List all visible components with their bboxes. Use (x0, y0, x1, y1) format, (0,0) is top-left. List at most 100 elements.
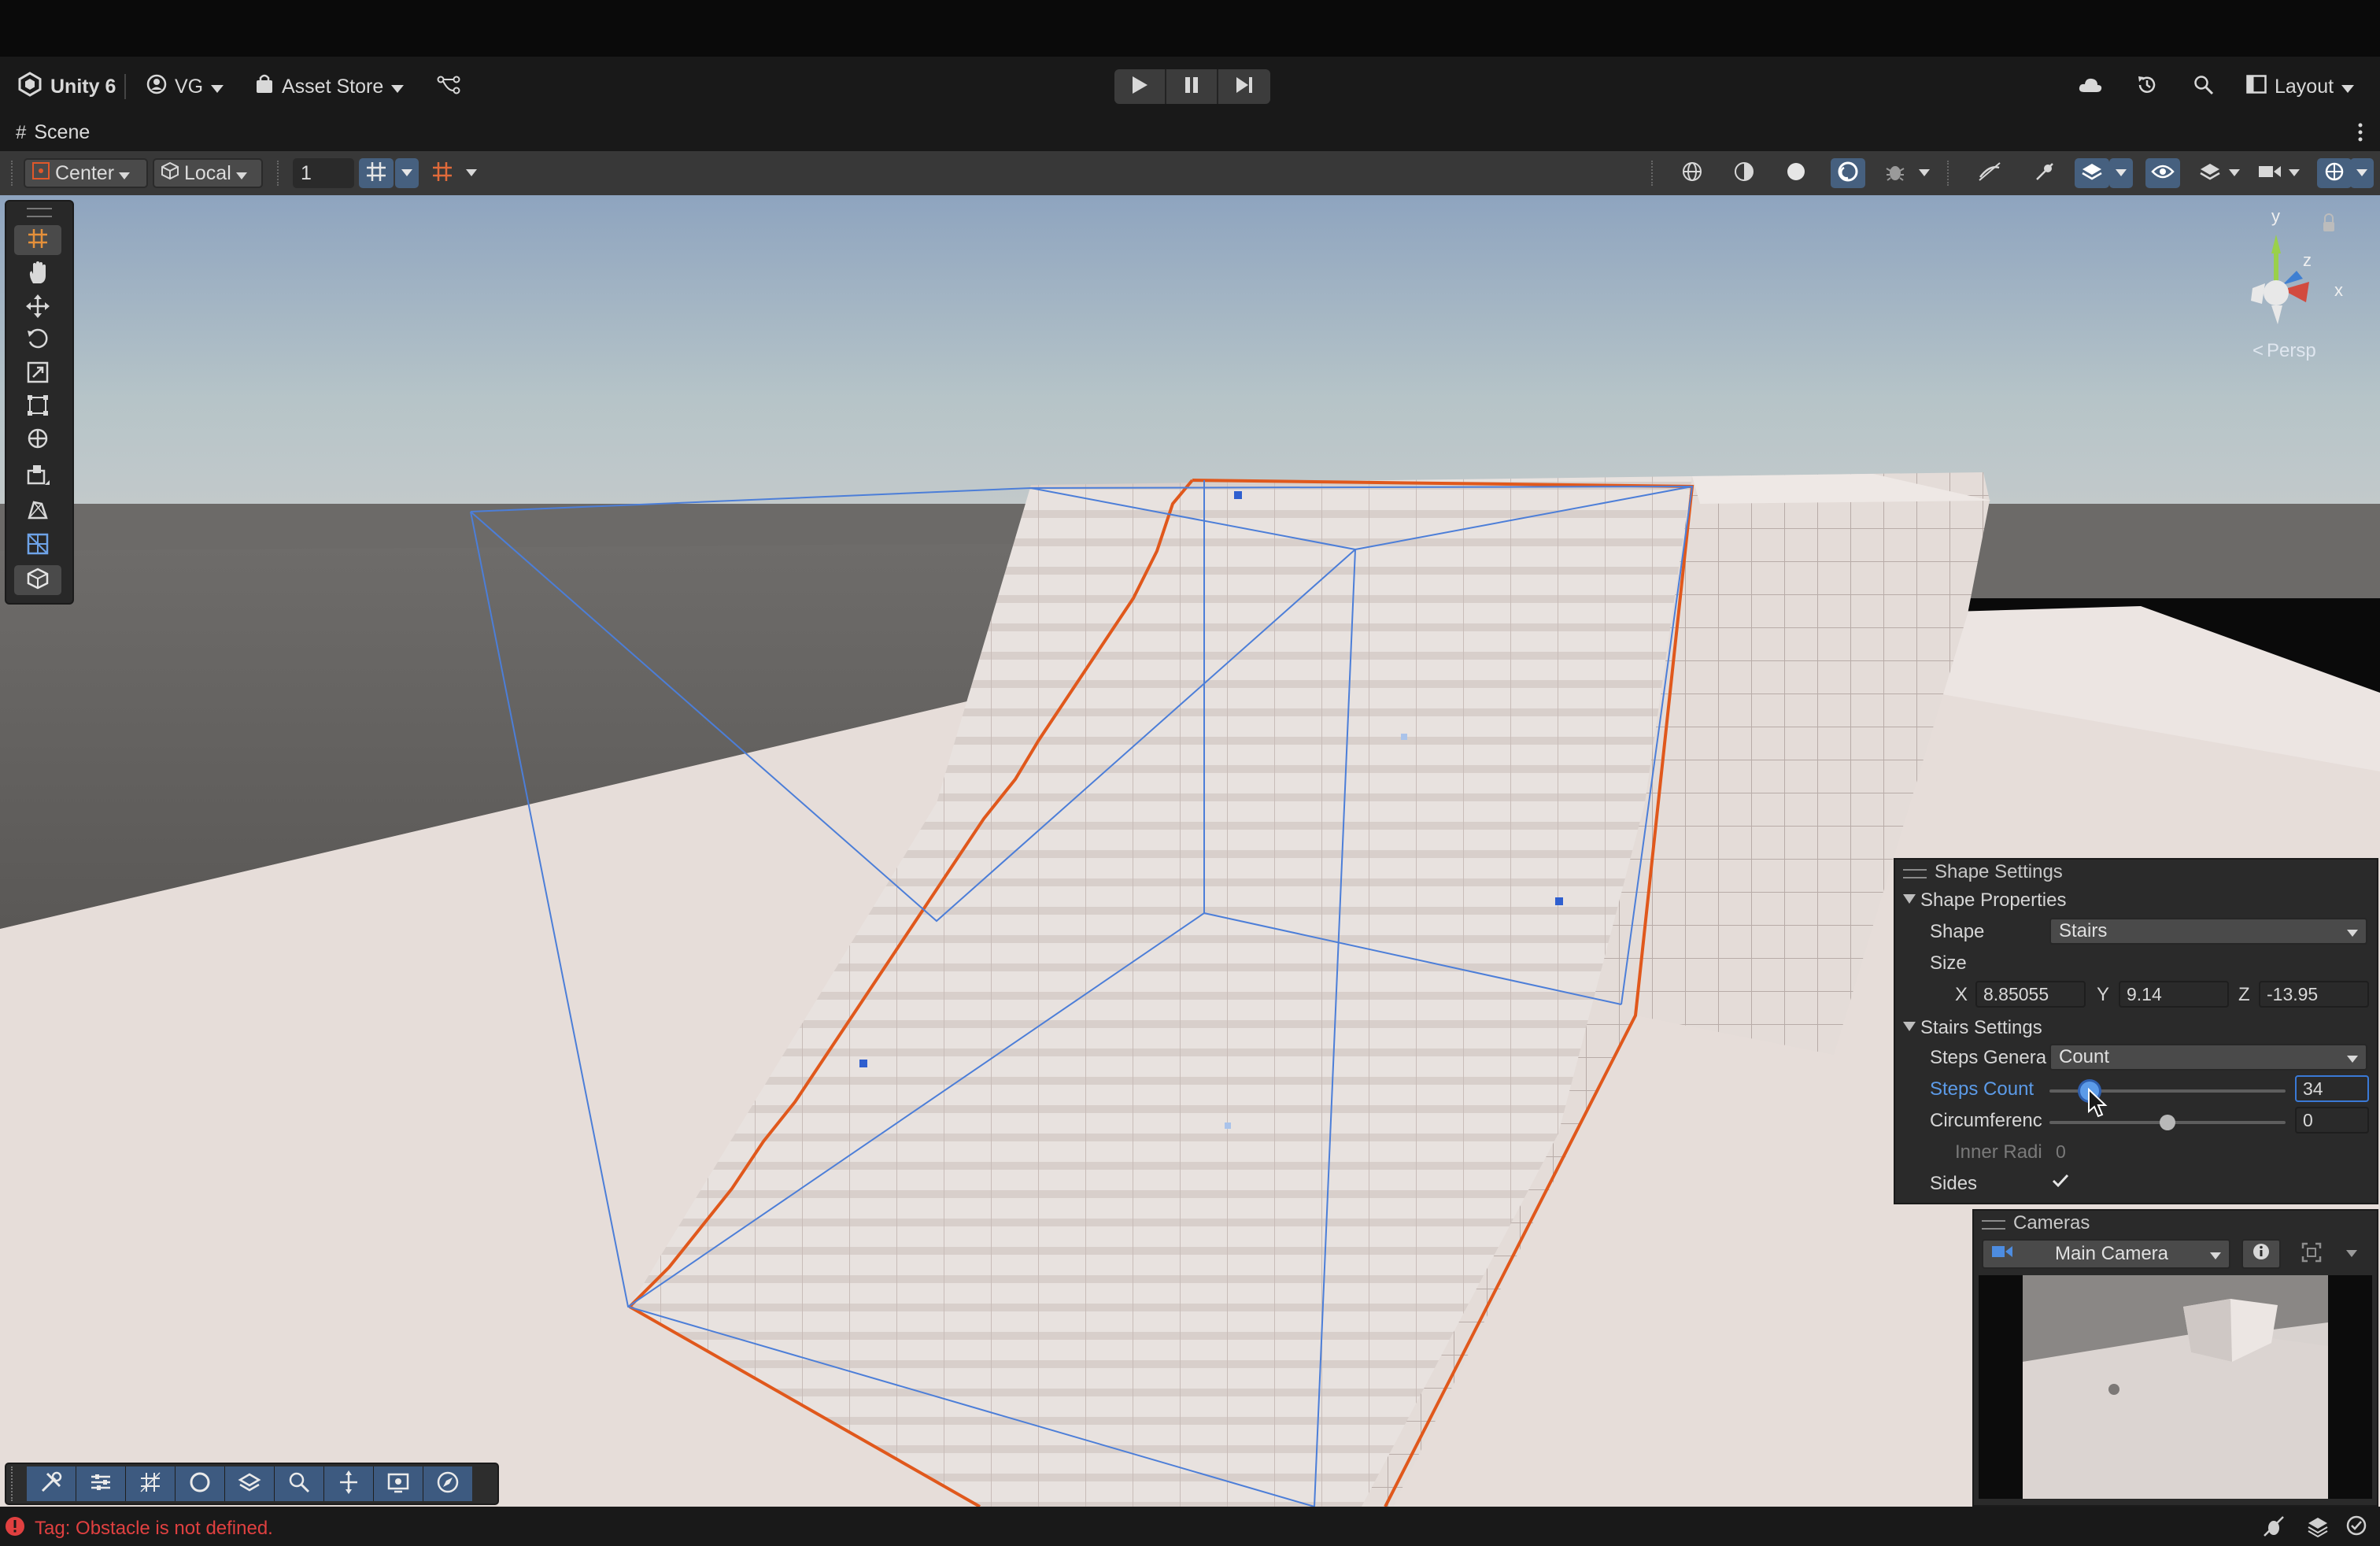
drag-handle[interactable] (1651, 161, 1656, 186)
debug-draw-options-button[interactable] (1913, 158, 1936, 188)
drag-handle[interactable] (11, 161, 16, 186)
drag-handle[interactable] (1903, 869, 1927, 878)
shape-properties-foldout[interactable]: Shape Properties (1903, 890, 2066, 912)
app-title: Unity 6 (50, 75, 116, 98)
gizmos-toggle[interactable] (2317, 158, 2352, 188)
grid-overlay-button[interactable] (126, 1466, 176, 1501)
chevron-down-icon (2289, 166, 2300, 180)
sliders-button[interactable] (76, 1466, 126, 1501)
camera-frame-button[interactable] (2292, 1239, 2331, 1269)
size-z-field[interactable]: -13.95 (2259, 981, 2369, 1008)
version-control-button[interactable] (431, 69, 466, 104)
custom-tool-button[interactable] (14, 461, 61, 491)
2d-toggle-icon (1978, 161, 2001, 186)
auto-refresh-button[interactable] (2345, 1515, 2367, 1540)
step-button[interactable] (1218, 69, 1270, 104)
size-y-value: 9.14 (2127, 984, 2162, 1004)
grid-snap-options-button[interactable] (395, 158, 419, 188)
pause-button[interactable] (1166, 69, 1218, 104)
drag-handle[interactable] (1947, 161, 1952, 186)
sides-checkbox[interactable] (2049, 1171, 2071, 1193)
grid-snap-increment-field[interactable]: 1 (293, 158, 354, 188)
settings-tools-button[interactable] (27, 1466, 76, 1501)
shaded-button[interactable] (1779, 158, 1813, 188)
unlit-shading-button[interactable] (1831, 158, 1865, 188)
scene-effects-button[interactable] (2075, 158, 2109, 188)
debug-mode-button[interactable] (2262, 1515, 2286, 1542)
progress-layers-button[interactable] (2306, 1515, 2330, 1542)
drag-handle[interactable] (1982, 1220, 2005, 1230)
scene-effects-options-button[interactable] (2109, 158, 2133, 188)
scene-visibility-toggle[interactable] (2145, 158, 2180, 188)
camera-options-button[interactable] (2282, 158, 2306, 188)
layers-options-button[interactable] (2223, 158, 2246, 188)
camera-options-button[interactable] (2336, 1239, 2367, 1269)
pivot-mode-dropdown[interactable]: Center (24, 158, 148, 188)
shape-dropdown[interactable]: Stairs (2049, 918, 2367, 945)
camera-info-button[interactable] (2241, 1239, 2281, 1269)
play-button[interactable] (1114, 69, 1166, 104)
grid-visibility-toggle[interactable] (425, 158, 460, 188)
camera-select-dropdown[interactable]: Main Camera (1982, 1239, 2230, 1269)
hash-grid-icon: # (16, 121, 27, 143)
search-overlay-button[interactable] (275, 1466, 324, 1501)
chevron-down-icon (2347, 920, 2358, 942)
drag-handle[interactable] (27, 208, 52, 217)
steps-count-label: Steps Count (1930, 1078, 2034, 1100)
layers-overlay-button[interactable] (225, 1466, 275, 1501)
history-button[interactable] (2130, 69, 2164, 104)
view-tool-button[interactable] (14, 260, 61, 290)
drag-handle[interactable] (11, 1466, 27, 1501)
chevron-down-icon (2229, 166, 2240, 180)
grid-snapping-toggle[interactable] (359, 158, 394, 188)
size-z-value: -13.95 (2267, 984, 2319, 1004)
unity-menu-button[interactable]: Unity 6 (6, 68, 127, 105)
camera-overlay-button[interactable] (374, 1466, 423, 1501)
asset-store-dropdown[interactable]: Asset Store (244, 68, 415, 105)
account-dropdown[interactable]: VG (135, 68, 235, 105)
inner-radius-value: 0 (2056, 1141, 2066, 1162)
steps-count-slider[interactable] (2049, 1078, 2286, 1104)
rect-tool-button[interactable] (14, 392, 61, 422)
projection-toggle[interactable]: < Persp (2252, 340, 2316, 362)
chevron-down-icon (401, 166, 412, 180)
console-status-message[interactable]: Tag: Obstacle is not defined. (5, 1516, 273, 1540)
shape-tool-button[interactable] (14, 531, 61, 560)
compass-overlay-button[interactable] (423, 1466, 472, 1501)
debug-draw-mode-button[interactable] (1878, 158, 1913, 188)
cloud-button[interactable] (2073, 69, 2108, 104)
lighting-toggle[interactable] (2027, 158, 2062, 188)
layout-dropdown[interactable]: Layout (2235, 68, 2365, 105)
rotate-tool-button[interactable] (14, 326, 61, 356)
move-tool-button[interactable] (14, 293, 61, 323)
tab-scene[interactable]: # Scene (16, 121, 90, 144)
stairs-settings-foldout[interactable]: Stairs Settings (1903, 1017, 2042, 1039)
size-x-field[interactable]: 8.85055 (1975, 981, 2086, 1008)
kebab-menu-button[interactable] (2349, 121, 2372, 146)
search-button[interactable] (2186, 69, 2221, 104)
grid-options-button[interactable] (460, 158, 483, 188)
slider-thumb[interactable] (2160, 1115, 2175, 1130)
gizmos-options-button[interactable] (2350, 158, 2374, 188)
scale-icon (27, 361, 49, 387)
orientation-gizmo[interactable]: y x z < Persp (2237, 206, 2363, 364)
new-shape-tool-button[interactable] (14, 565, 61, 595)
shading-overlay-button[interactable] (176, 1466, 225, 1501)
circumference-field[interactable]: 0 (2295, 1107, 2369, 1134)
steps-count-field[interactable]: 34 (2295, 1075, 2369, 1102)
wireframe-shading-button[interactable] (1675, 158, 1709, 188)
wireframe-sphere-icon (1681, 161, 1703, 187)
pivot-space-dropdown[interactable]: Local (153, 158, 263, 188)
probuilder-overlay-toolbar (5, 1463, 499, 1505)
scale-tool-button[interactable] (14, 359, 61, 389)
drag-handle[interactable] (277, 161, 282, 186)
2d-mode-toggle[interactable] (1972, 158, 2007, 188)
probuilder-tool-button[interactable] (14, 225, 61, 255)
circumference-slider[interactable] (2049, 1110, 2286, 1135)
steps-generation-dropdown[interactable]: Count (2049, 1044, 2367, 1071)
pivot-overlay-button[interactable] (324, 1466, 374, 1501)
poly-shape-tool-button[interactable] (14, 496, 61, 526)
transform-tool-button[interactable] (14, 425, 61, 455)
shaded-wireframe-button[interactable] (1727, 158, 1761, 188)
size-y-field[interactable]: 9.14 (2119, 981, 2229, 1008)
